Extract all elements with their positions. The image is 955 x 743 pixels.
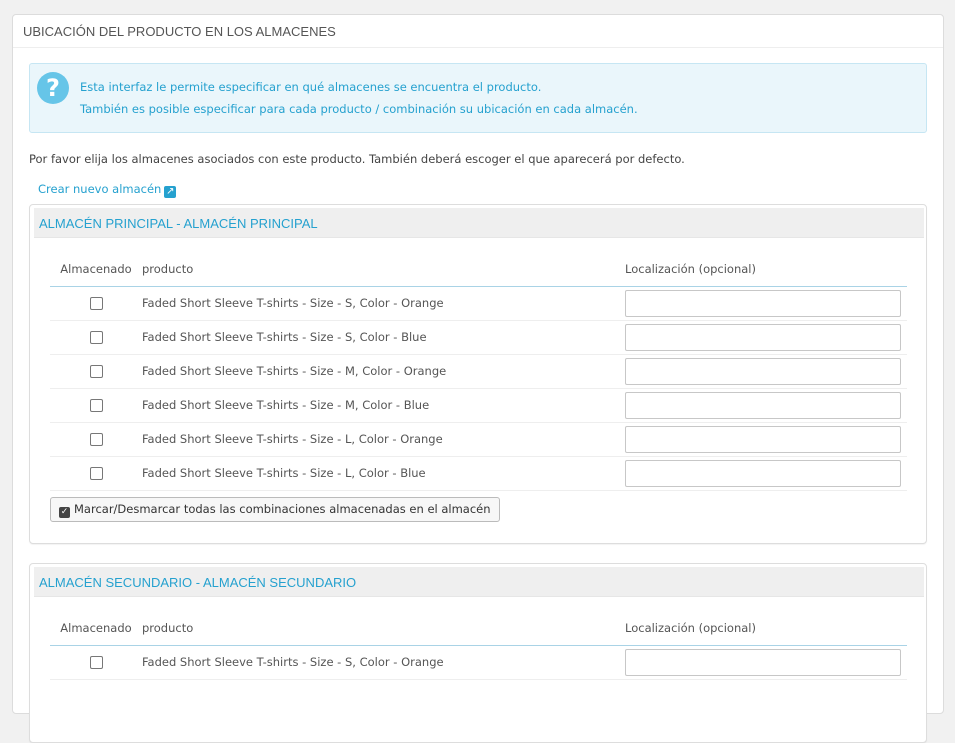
external-link-icon: ↗ [164,186,177,198]
column-header-product: producto [142,612,625,646]
product-name: Faded Short Sleeve T-shirts - Size - S, … [142,286,625,321]
check-square-icon: ✓ [59,507,70,518]
table-row: Faded Short Sleeve T-shirts - Size - S, … [50,286,907,321]
panel-title: UBICACIÓN DEL PRODUCTO EN LOS ALMACENES [13,15,943,48]
location-input[interactable] [625,648,901,676]
table-row: Faded Short Sleeve T-shirts - Size - S, … [50,320,907,355]
column-header-product: producto [142,253,625,287]
column-header-location: Localización (opcional) [625,253,907,287]
alert-line-1: Esta interfaz le permite especificar en … [80,80,542,94]
warehouse-title: ALMACÉN SECUNDARIO - ALMACÉN SECUNDARIO [34,567,924,597]
info-alert: ? Esta interfaz le permite especificar e… [29,63,927,133]
question-circle-icon: ? [37,72,69,104]
location-input[interactable] [625,357,901,385]
create-warehouse-link[interactable]: Crear nuevo almacén ↗ [38,182,177,198]
stored-checkbox[interactable] [89,297,103,310]
warehouse-title: ALMACÉN PRINCIPAL - ALMACÉN PRINCIPAL [34,208,924,238]
product-name: Faded Short Sleeve T-shirts - Size - S, … [142,645,625,680]
product-name: Faded Short Sleeve T-shirts - Size - L, … [142,422,625,457]
product-name: Faded Short Sleeve T-shirts - Size - M, … [142,354,625,389]
location-input[interactable] [625,459,901,487]
table-header-row: Almacenado producto Localización (opcion… [50,612,907,646]
location-input[interactable] [625,391,901,419]
location-input[interactable] [625,323,901,351]
table-row: Faded Short Sleeve T-shirts - Size - L, … [50,456,907,491]
location-input[interactable] [625,289,901,317]
intro-text: Por favor elija los almacenes asociados … [29,152,685,166]
alert-line-2: También es posible especificar para cada… [80,102,638,116]
table-row: Faded Short Sleeve T-shirts - Size - M, … [50,354,907,389]
warehouse-location-panel: UBICACIÓN DEL PRODUCTO EN LOS ALMACENES … [12,14,944,743]
table-row: Faded Short Sleeve T-shirts - Size - S, … [50,645,907,680]
stored-checkbox[interactable] [89,656,103,669]
table-header-row: Almacenado producto Localización (opcion… [50,253,907,287]
product-name: Faded Short Sleeve T-shirts - Size - S, … [142,320,625,355]
stored-checkbox[interactable] [89,467,103,480]
product-name: Faded Short Sleeve T-shirts - Size - M, … [142,388,625,423]
table-row: Faded Short Sleeve T-shirts - Size - M, … [50,388,907,423]
column-header-location: Localización (opcional) [625,612,907,646]
product-name: Faded Short Sleeve T-shirts - Size - L, … [142,456,625,491]
stored-checkbox[interactable] [89,331,103,344]
warehouse-table: Almacenado producto Localización (opcion… [50,253,907,491]
toggle-all-combinations-button[interactable]: ✓ Marcar/Desmarcar todas las combinacione… [50,497,500,522]
table-row: Faded Short Sleeve T-shirts - Size - L, … [50,422,907,457]
stored-checkbox[interactable] [89,399,103,412]
column-header-stored: Almacenado [50,612,142,646]
stored-checkbox[interactable] [89,433,103,446]
warehouse-table: Almacenado producto Localización (opcion… [50,612,907,680]
stored-checkbox[interactable] [89,365,103,378]
create-warehouse-label: Crear nuevo almacén [38,182,162,196]
toggle-all-label: Marcar/Desmarcar todas las combinaciones… [74,502,491,516]
warehouse-panel-secundario: ALMACÉN SECUNDARIO - ALMACÉN SECUNDARIO … [29,563,927,743]
location-input[interactable] [625,425,901,453]
warehouse-panel-principal: ALMACÉN PRINCIPAL - ALMACÉN PRINCIPAL Al… [29,204,927,544]
column-header-stored: Almacenado [50,253,142,287]
